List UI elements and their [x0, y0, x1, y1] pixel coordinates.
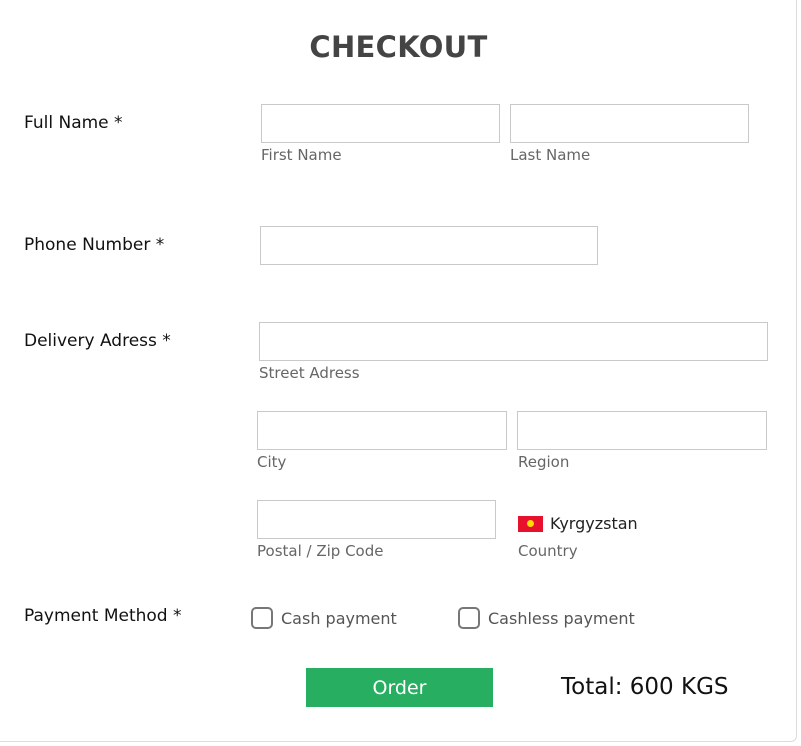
last-name-input[interactable] — [510, 104, 749, 143]
city-sublabel: City — [257, 453, 287, 471]
page-title: CHECKOUT — [309, 30, 488, 64]
country-select[interactable]: Kyrgyzstan — [518, 514, 638, 533]
first-name-input[interactable] — [261, 104, 500, 143]
cashless-payment-checkbox[interactable] — [458, 607, 480, 629]
city-input[interactable] — [257, 411, 507, 450]
payment-method-label: Payment Method * — [24, 606, 182, 626]
first-name-sublabel: First Name — [261, 146, 342, 164]
kyrgyzstan-flag-icon — [518, 515, 543, 532]
order-button[interactable]: Order — [306, 668, 493, 707]
street-address-sublabel: Street Adress — [259, 364, 360, 382]
cashless-payment-label: Cashless payment — [488, 608, 635, 628]
last-name-sublabel: Last Name — [510, 146, 591, 164]
cashless-payment-option[interactable]: Cashless payment — [458, 607, 635, 629]
postal-code-input[interactable] — [257, 500, 496, 539]
cash-payment-label: Cash payment — [281, 608, 397, 628]
country-value: Kyrgyzstan — [550, 514, 638, 533]
street-address-input[interactable] — [259, 322, 768, 361]
delivery-address-label: Delivery Adress * — [24, 331, 171, 351]
cash-payment-option[interactable]: Cash payment — [251, 607, 397, 629]
phone-number-label: Phone Number * — [24, 235, 165, 255]
postal-code-sublabel: Postal / Zip Code — [257, 542, 384, 560]
country-sublabel: Country — [518, 542, 578, 560]
phone-number-input[interactable] — [260, 226, 598, 265]
region-input[interactable] — [517, 411, 767, 450]
cash-payment-checkbox[interactable] — [251, 607, 273, 629]
order-total: Total: 600 KGS — [561, 674, 729, 700]
full-name-label: Full Name * — [24, 113, 123, 133]
checkout-card: CHECKOUT Full Name * First Name Last Nam… — [0, 0, 797, 742]
region-sublabel: Region — [518, 453, 570, 471]
